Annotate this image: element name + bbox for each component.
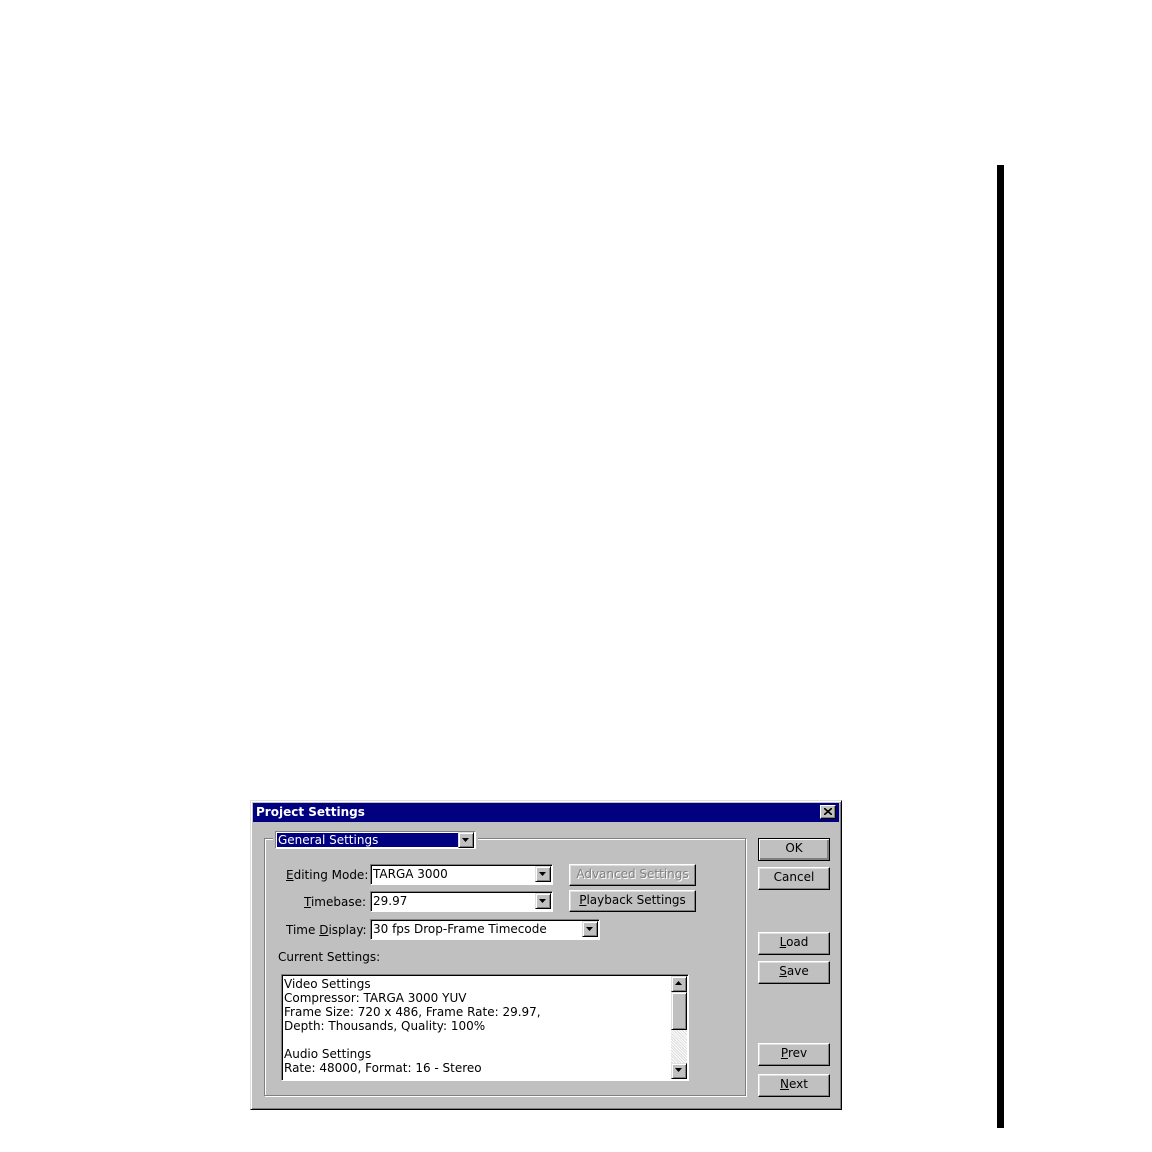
scroll-up-button[interactable] <box>671 976 687 992</box>
load-button[interactable]: Load <box>758 932 830 955</box>
cancel-button[interactable]: Cancel <box>758 867 830 890</box>
editing-mode-label: Editing Mode: <box>286 868 369 882</box>
section-dropdown[interactable]: General Settings <box>273 830 478 850</box>
chevron-down-icon <box>539 872 546 876</box>
chevron-down-icon <box>675 1068 682 1072</box>
current-settings-label: Current Settings: <box>278 950 381 964</box>
advanced-settings-button[interactable]: Advanced Settings <box>569 864 696 886</box>
current-settings-lines: Video Settings Compressor: TARGA 3000 YUV… <box>284 977 669 1075</box>
next-button[interactable]: Next <box>758 1074 830 1097</box>
page-margin-rule <box>997 165 1004 1128</box>
editing-mode-dropdown-button[interactable] <box>535 866 551 882</box>
timebase-value: 29.97 <box>373 894 408 908</box>
close-icon <box>824 808 832 815</box>
current-settings-line: Rate: 48000, Format: 16 - Stereo <box>284 1061 482 1075</box>
editing-mode-select[interactable]: TARGA 3000 <box>370 864 553 885</box>
project-settings-dialog: Project Settings General Settings Editin… <box>250 800 842 1110</box>
time-display-value: 30 fps Drop-Frame Timecode <box>373 922 547 936</box>
playback-settings-button[interactable]: Playback Settings <box>569 890 696 912</box>
scroll-down-button[interactable] <box>671 1063 687 1079</box>
current-settings-line: Audio Settings <box>284 1047 372 1061</box>
timebase-dropdown-button[interactable] <box>535 893 551 909</box>
timebase-label: Timebase: <box>304 895 367 909</box>
time-display-dropdown-button[interactable] <box>582 921 598 937</box>
current-settings-line: Video Settings <box>284 977 371 991</box>
chevron-down-icon <box>462 838 469 842</box>
section-dropdown-button[interactable] <box>458 832 474 848</box>
scroll-thumb[interactable] <box>671 992 687 1030</box>
time-display-select[interactable]: 30 fps Drop-Frame Timecode <box>370 919 600 940</box>
chevron-down-icon <box>586 927 593 931</box>
time-display-label: Time Display: <box>286 923 367 937</box>
current-settings-text[interactable]: Video Settings Compressor: TARGA 3000 YUV… <box>281 974 689 1081</box>
chevron-up-icon <box>675 981 682 985</box>
dialog-title: Project Settings <box>256 805 365 819</box>
current-settings-line <box>284 1033 669 1047</box>
timebase-select[interactable]: 29.97 <box>370 891 553 912</box>
section-dropdown-value: General Settings <box>277 833 459 847</box>
editing-mode-value: TARGA 3000 <box>373 867 448 881</box>
current-settings-line: Frame Size: 720 x 486, Frame Rate: 29.97… <box>284 1005 541 1019</box>
dialog-titlebar[interactable]: Project Settings <box>253 803 839 822</box>
current-settings-line: Depth: Thousands, Quality: 100% <box>284 1019 486 1033</box>
prev-button[interactable]: Prev <box>758 1043 830 1066</box>
chevron-down-icon <box>539 899 546 903</box>
current-settings-scrollbar[interactable] <box>671 976 687 1079</box>
ok-button[interactable]: OK <box>758 838 830 861</box>
save-button[interactable]: Save <box>758 961 830 984</box>
close-button[interactable] <box>820 805 836 819</box>
current-settings-line: Compressor: TARGA 3000 YUV <box>284 991 467 1005</box>
